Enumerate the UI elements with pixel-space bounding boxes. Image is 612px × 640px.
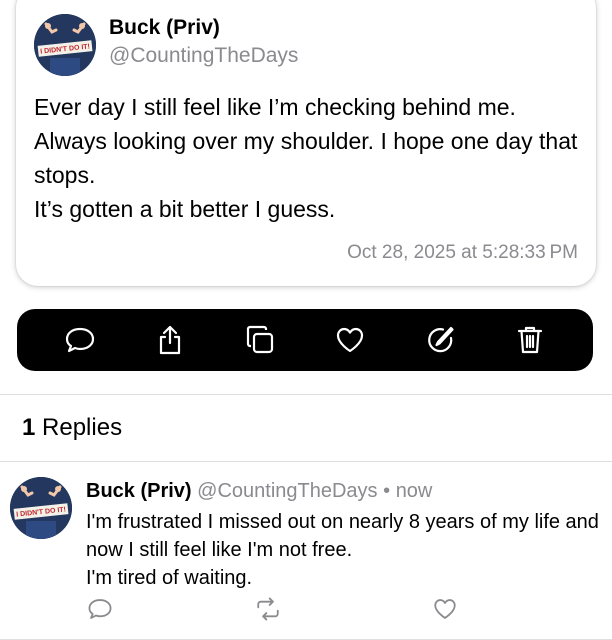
- reply-author-name[interactable]: Buck (Priv): [86, 480, 192, 502]
- reply-icon: [65, 327, 95, 353]
- post-author-handle[interactable]: @CountingTheDays: [109, 44, 298, 68]
- replies-label: Replies: [42, 414, 123, 441]
- post-timestamp: Oct 28, 2025 at 5:28:33 PM: [347, 242, 578, 263]
- delete-button[interactable]: [510, 320, 550, 360]
- heart-icon: [434, 599, 456, 619]
- reply-author-handle[interactable]: @CountingTheDays: [197, 480, 377, 502]
- post-action-bar: [17, 309, 593, 371]
- reply-repost-button[interactable]: [255, 596, 281, 627]
- post-author-name[interactable]: Buck (Priv): [109, 16, 220, 40]
- reply-button[interactable]: [60, 320, 100, 360]
- heart-icon: [336, 327, 364, 353]
- reply-body: I'm frustrated I missed out on nearly 8 …: [86, 508, 606, 592]
- section-divider: [0, 461, 612, 462]
- avatar[interactable]: I DIDN'T DO IT!: [34, 14, 96, 76]
- reply-icon: [88, 599, 112, 619]
- reply-header: Buck (Priv) @CountingTheDays • now: [86, 480, 432, 503]
- share-icon: [159, 325, 181, 355]
- post-body: Ever day I still feel like I’m checking …: [34, 90, 589, 226]
- replies-count: 1: [22, 414, 36, 441]
- copy-button[interactable]: [240, 320, 280, 360]
- reply-body-line: I'm frustrated I missed out on nearly 8 …: [86, 511, 599, 561]
- copy-icon: [246, 325, 274, 354]
- reply-reply-button[interactable]: [87, 596, 113, 627]
- post-body-line: Ever day I still feel like I’m checking …: [34, 94, 578, 188]
- reply-separator: •: [383, 480, 391, 502]
- edit-button[interactable]: [420, 320, 460, 360]
- replies-header: 1 Replies: [22, 414, 122, 442]
- repost-icon: [257, 597, 279, 621]
- post-card: I DIDN'T DO IT! Buck (Priv) @CountingThe…: [16, 0, 596, 286]
- reply-timestamp: now: [395, 480, 433, 502]
- section-divider: [0, 394, 612, 395]
- reply-body-line: I'm tired of waiting.: [86, 567, 253, 589]
- reply-like-button[interactable]: [432, 596, 458, 627]
- share-button[interactable]: [150, 320, 190, 360]
- avatar[interactable]: I DIDN'T DO IT!: [10, 477, 72, 539]
- post-body-line: It’s gotten a bit better I guess.: [34, 196, 336, 222]
- edit-icon: [428, 326, 454, 353]
- like-button[interactable]: [330, 320, 370, 360]
- trash-icon: [517, 326, 543, 354]
